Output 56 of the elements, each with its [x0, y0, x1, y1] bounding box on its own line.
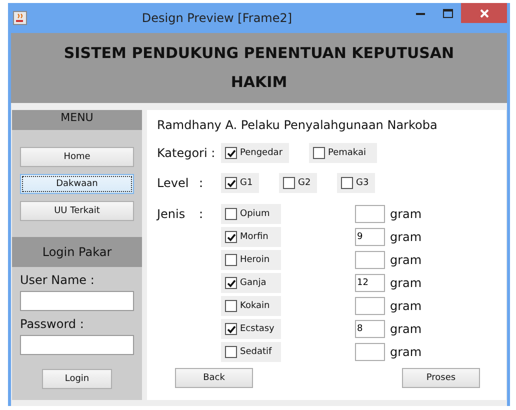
app-title: SISTEM PENDUKUNG PENENTUAN KEPUTUSAN HAKIM	[62, 43, 456, 93]
unit-label: gram	[390, 276, 422, 290]
maximize-icon	[442, 8, 452, 18]
unit-label: gram	[390, 253, 422, 267]
level-checkbox[interactable]: G1	[221, 173, 259, 193]
unit-label: gram	[390, 299, 422, 313]
amount-field[interactable]: 9	[355, 228, 385, 246]
menu-button[interactable]: UU Terkait	[20, 201, 134, 221]
amount-field[interactable]: 8	[355, 320, 385, 338]
action-button[interactable]: Back	[175, 368, 253, 388]
username-label: User Name :	[20, 273, 96, 287]
kategori-label: Kategori :	[157, 146, 216, 160]
username-field[interactable]	[20, 291, 134, 311]
close-button[interactable]	[461, 3, 507, 23]
drug-checkbox[interactable]: Ganja	[221, 273, 281, 293]
check-icon	[226, 178, 236, 188]
amount-field[interactable]	[355, 205, 385, 223]
unit-label: gram	[390, 230, 422, 244]
password-label: Password :	[20, 317, 85, 331]
password-field[interactable]	[20, 335, 134, 355]
drug-checkbox[interactable]: Opium	[221, 204, 281, 224]
login-button[interactable]: Login	[42, 369, 112, 389]
drug-checkbox[interactable]: Sedatif	[221, 342, 281, 362]
check-icon	[226, 148, 236, 158]
amount-field[interactable]	[355, 297, 385, 315]
drug-checkbox[interactable]: Ecstasy	[221, 319, 281, 339]
colon-text: :	[199, 176, 204, 190]
menu-heading: MENU	[12, 110, 142, 130]
unit-label: gram	[390, 322, 422, 336]
minimize-icon	[416, 12, 425, 14]
amount-field[interactable]	[355, 343, 385, 361]
menu-button[interactable]: Home	[20, 147, 134, 167]
case-title: Ramdhany A. Pelaku Penyalahgunaan Narkoba	[157, 118, 438, 132]
check-icon	[226, 232, 236, 242]
unit-label: gram	[390, 207, 422, 221]
action-button[interactable]: Proses	[402, 368, 480, 388]
drug-checkbox[interactable]: Heroin	[221, 250, 281, 270]
amount-field[interactable]	[355, 251, 385, 269]
kategori-checkbox[interactable]: Pengedar	[221, 143, 289, 163]
level-label: Level	[157, 176, 190, 190]
jenis-label: Jenis	[157, 207, 186, 221]
kategori-checkbox[interactable]: Pemakai	[309, 143, 377, 163]
amount-field[interactable]: 12	[355, 274, 385, 292]
colon-text: :	[199, 207, 204, 221]
drug-checkbox[interactable]: Morfin	[221, 227, 281, 247]
close-icon	[480, 8, 488, 18]
level-checkbox[interactable]: G2	[279, 173, 317, 193]
menu-button[interactable]: Dakwaan	[20, 174, 134, 194]
check-icon	[226, 278, 236, 288]
drug-checkbox[interactable]: Kokain	[221, 296, 281, 316]
check-icon	[226, 324, 236, 334]
level-checkbox[interactable]: G3	[337, 173, 375, 193]
java-cup-icon	[13, 11, 27, 25]
unit-label: gram	[390, 345, 422, 359]
login-heading: Login Pakar	[12, 237, 142, 267]
window-title: Design Preview [Frame2]	[140, 11, 294, 25]
